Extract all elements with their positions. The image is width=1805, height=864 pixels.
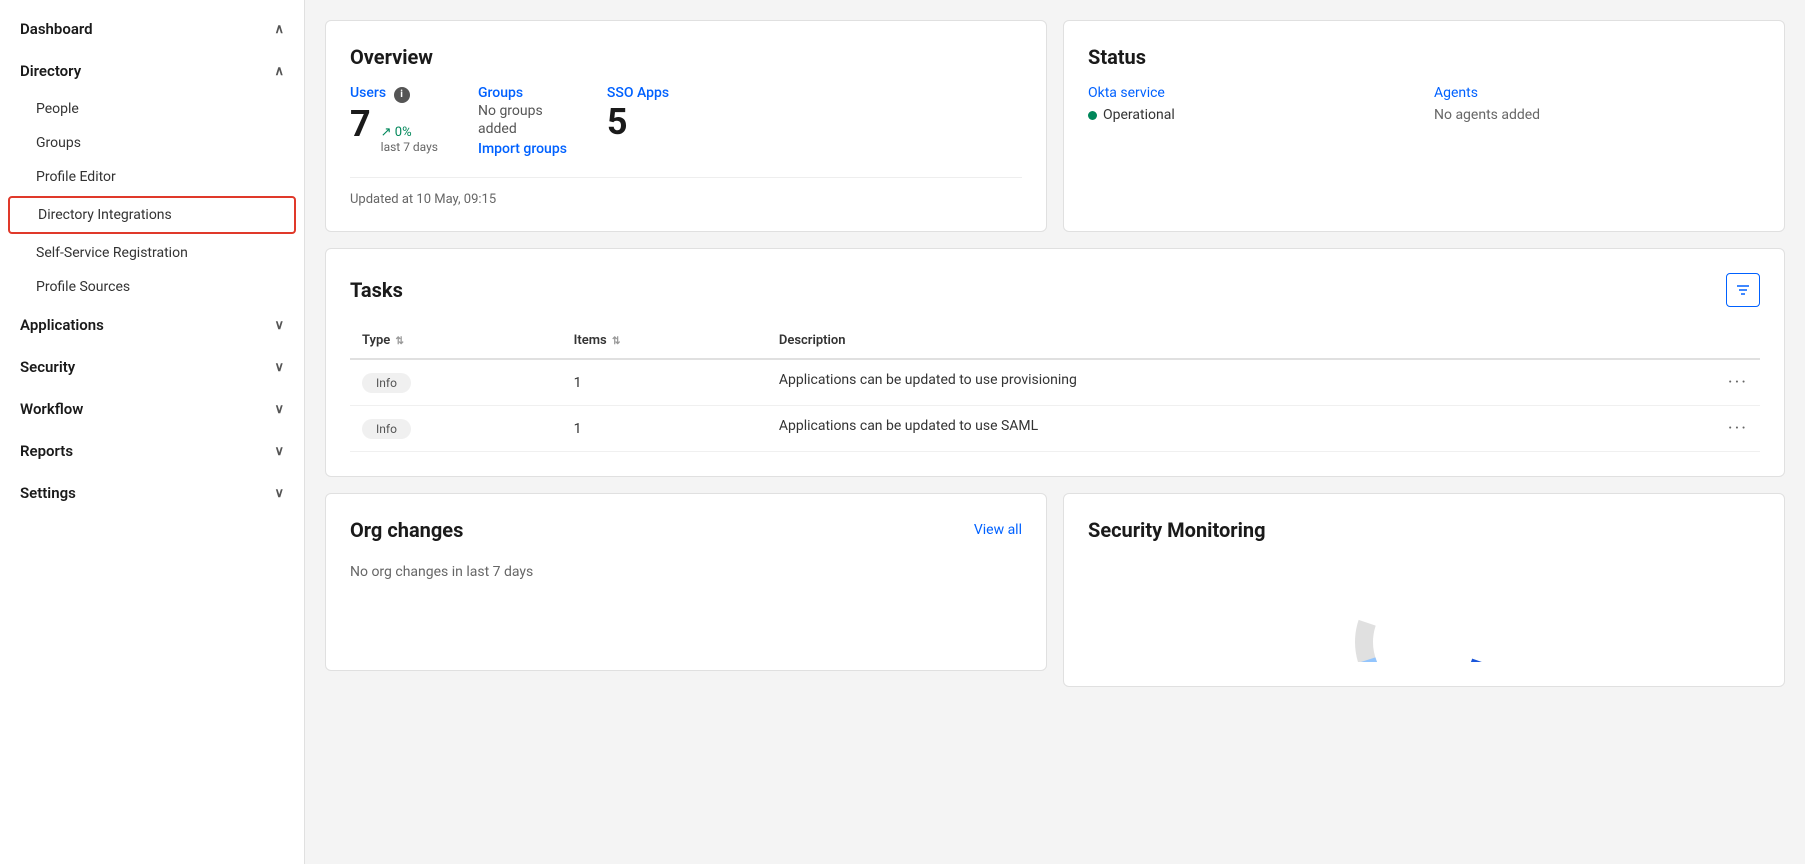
tasks-header: Tasks [350,273,1760,307]
import-groups-link[interactable]: Import groups [478,141,567,157]
row1-description: Applications can be updated to use provi… [767,359,1760,406]
filter-icon [1735,282,1751,298]
okta-status-badge: Operational [1088,107,1414,123]
sidebar-item-security[interactable]: Security ∨ [0,346,304,388]
row1-items: 1 [562,359,767,406]
groups-metric: Groups No groups added Import groups [478,85,567,157]
sidebar-item-dashboard[interactable]: Dashboard ∧ [0,8,304,50]
sidebar-item-directory[interactable]: Directory ∧ [0,50,304,92]
tasks-card: Tasks Type ⇅ Items ⇅ [325,248,1785,477]
status-cols: Okta service Operational Agents No agent… [1088,85,1760,123]
overview-metrics: Users i 7 ↗ 0% last 7 days Groups No gro… [350,85,1022,157]
sidebar-item-workflow[interactable]: Workflow ∨ [0,388,304,430]
agents-status-text: No agents added [1434,107,1760,123]
row2-description: Applications can be updated to use SAML … [767,406,1760,452]
col-description: Description [767,323,1760,359]
org-changes-title: Org changes [350,518,463,542]
sidebar-item-dashboard-label: Dashboard [20,20,93,38]
org-changes-empty: No org changes in last 7 days [350,556,1022,588]
tasks-title: Tasks [350,278,403,302]
users-count: 7 [350,103,371,146]
sidebar-item-settings[interactable]: Settings ∨ [0,472,304,514]
type-badge-1: Info [362,373,411,393]
sidebar-item-settings-label: Settings [20,484,76,502]
groups-link[interactable]: Groups [478,85,523,101]
status-title: Status [1088,45,1760,69]
col-description-label: Description [779,333,846,348]
sidebar-item-profile-sources[interactable]: Profile Sources [0,270,304,304]
org-changes-header: Org changes View all [350,518,1022,542]
chevron-settings-icon: ∨ [274,486,284,501]
users-info-icon[interactable]: i [394,87,410,103]
row1-type: Info [350,359,562,406]
overview-card: Overview Users i 7 ↗ 0% last 7 days [325,20,1047,232]
view-all-link[interactable]: View all [974,522,1022,538]
row1-menu-button[interactable]: ··· [1728,372,1748,393]
agents-block: Agents No agents added [1434,85,1760,123]
table-row: Info 1 Applications can be updated to us… [350,406,1760,452]
sidebar-item-profile-editor[interactable]: Profile Editor [0,160,304,194]
users-trend: ↗ 0% [381,125,438,140]
chevron-security-icon: ∨ [274,360,284,375]
type-badge-2: Info [362,419,411,439]
users-metric: Users i 7 ↗ 0% last 7 days [350,85,438,157]
sso-metric: SSO Apps 5 [607,85,669,157]
col-items[interactable]: Items ⇅ [562,323,767,359]
okta-status-text: Operational [1103,107,1175,123]
overview-updated: Updated at 10 May, 09:15 [350,177,1022,207]
sidebar: Dashboard ∧ Directory ∧ People Groups Pr… [0,0,305,864]
sidebar-item-groups[interactable]: Groups [0,126,304,160]
tasks-filter-button[interactable] [1726,273,1760,307]
chevron-applications-icon: ∨ [274,318,284,333]
chevron-workflow-icon: ∨ [274,402,284,417]
table-row: Info 1 Applications can be updated to us… [350,359,1760,406]
status-card: Status Okta service Operational Agents N… [1063,20,1785,232]
security-monitoring-card: Security Monitoring [1063,493,1785,687]
sidebar-item-workflow-label: Workflow [20,400,83,418]
donut-chart-svg [1344,562,1504,662]
security-monitoring-title: Security Monitoring [1088,518,1760,542]
sidebar-item-security-label: Security [20,358,75,376]
sidebar-item-reports-label: Reports [20,442,73,460]
okta-service-block: Okta service Operational [1088,85,1414,123]
status-dot-green [1088,111,1097,120]
security-monitoring-chart [1088,562,1760,662]
col-type-label: Type [362,333,390,348]
groups-text2: added [478,121,567,137]
sso-link[interactable]: SSO Apps [607,85,669,101]
sidebar-item-applications[interactable]: Applications ∨ [0,304,304,346]
users-link[interactable]: Users [350,85,386,101]
sidebar-item-people[interactable]: People [0,92,304,126]
row2-items: 1 [562,406,767,452]
groups-text1: No groups [478,103,567,119]
sort-items-icon: ⇅ [612,336,620,347]
sidebar-item-applications-label: Applications [20,316,104,334]
sort-type-icon: ⇅ [396,336,404,347]
sso-count: 5 [607,101,669,144]
row2-menu-button[interactable]: ··· [1728,418,1748,439]
col-items-label: Items [574,333,607,348]
org-changes-card: Org changes View all No org changes in l… [325,493,1047,671]
users-trend-sub: last 7 days [381,140,438,154]
tasks-table: Type ⇅ Items ⇅ Description Info [350,323,1760,452]
sidebar-item-directory-label: Directory [20,62,81,80]
overview-title: Overview [350,45,1022,69]
sidebar-item-reports[interactable]: Reports ∨ [0,430,304,472]
okta-service-link[interactable]: Okta service [1088,85,1414,101]
col-type[interactable]: Type ⇅ [350,323,562,359]
chevron-dashboard-icon: ∧ [274,22,284,37]
agents-link[interactable]: Agents [1434,85,1760,101]
sidebar-item-directory-integrations[interactable]: Directory Integrations [8,196,296,234]
row2-type: Info [350,406,562,452]
chevron-directory-icon: ∧ [274,64,284,79]
chevron-reports-icon: ∨ [274,444,284,459]
main-content: Overview Users i 7 ↗ 0% last 7 days [305,0,1805,864]
sidebar-item-self-service-registration[interactable]: Self-Service Registration [0,236,304,270]
